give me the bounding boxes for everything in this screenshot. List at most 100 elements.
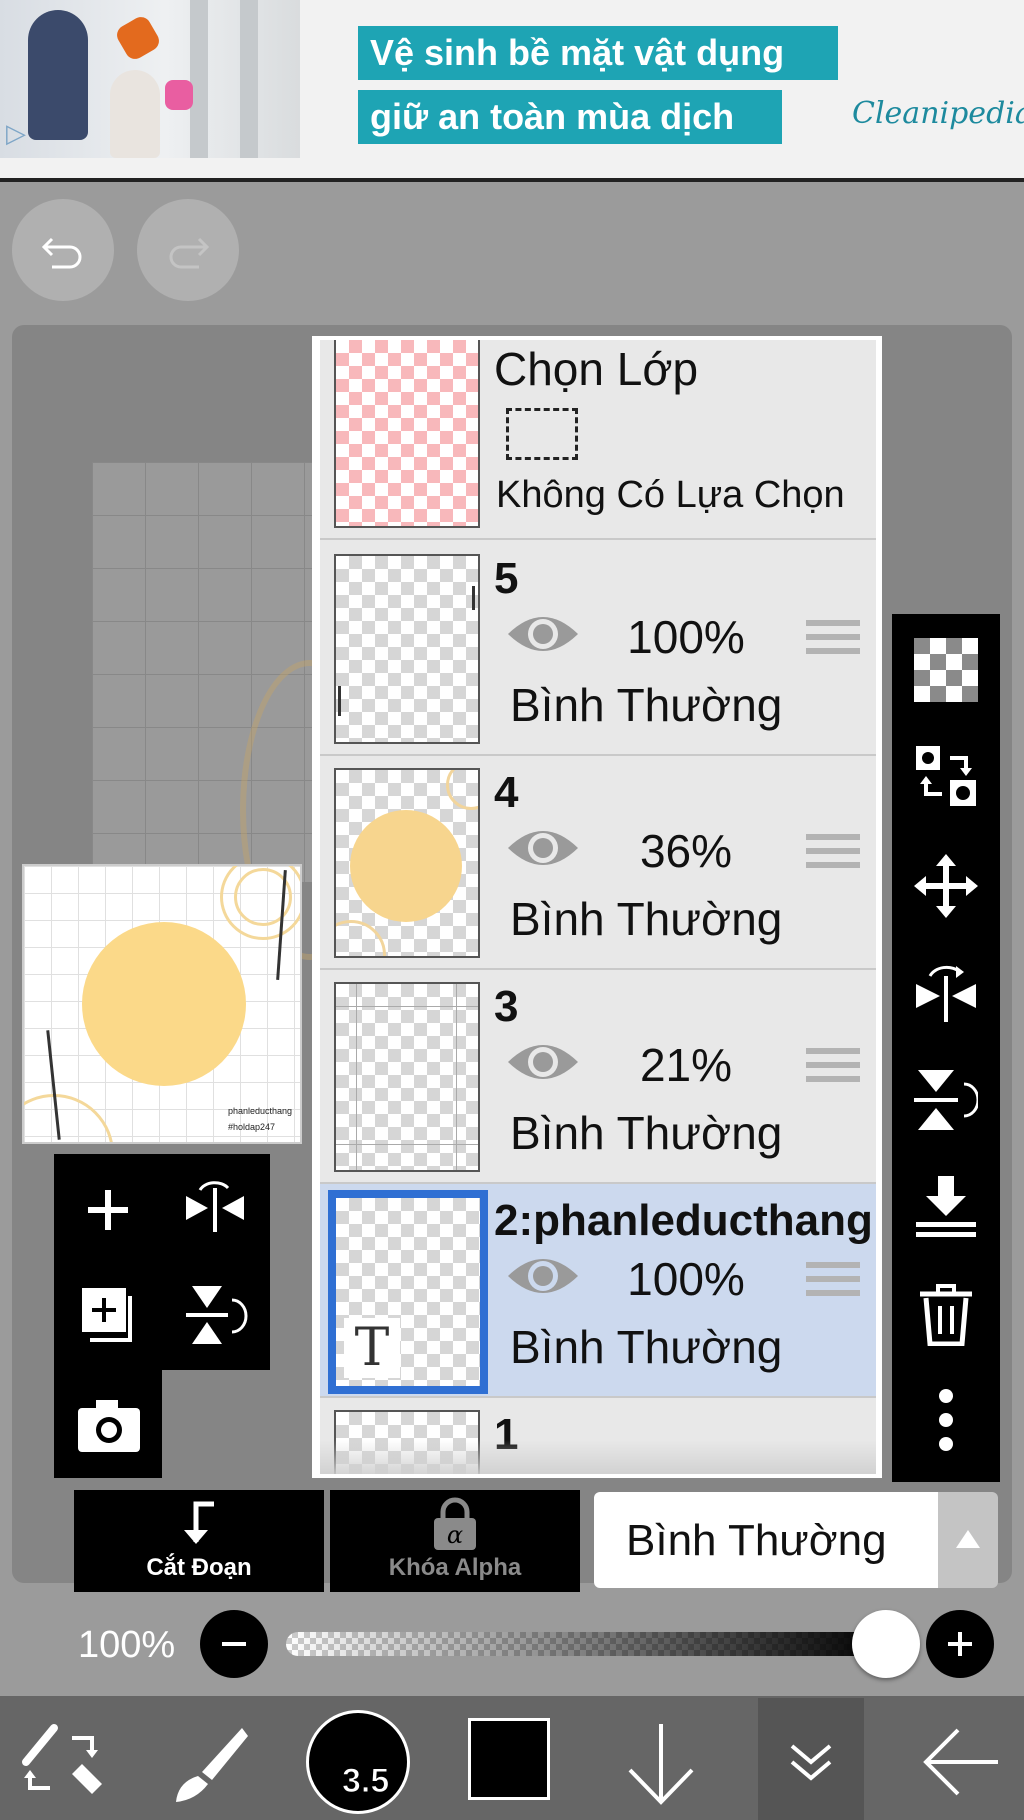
thumb-vine <box>338 686 341 716</box>
layer-row[interactable]: 5 100% Bình Thường <box>320 542 876 756</box>
ad-photo <box>0 0 300 158</box>
ad-headline-2: giữ an toàn mùa dịch <box>358 90 782 144</box>
layer-name: 5 <box>494 554 519 603</box>
canvas-preview[interactable]: phanleducthang #holdap247 <box>22 864 302 1144</box>
flip-vertical-icon <box>914 1070 980 1130</box>
brush-size-value: 3.5 <box>341 1762 390 1801</box>
text-layer-marker: T <box>344 1318 400 1378</box>
brush-icon <box>176 1728 248 1802</box>
preview-text-tag: #holdap247 <box>228 1122 276 1132</box>
thumb-ring <box>336 920 386 956</box>
layer-blend-mode[interactable]: Bình Thường <box>510 678 782 732</box>
opacity-increase-button[interactable] <box>926 1610 994 1678</box>
tool-switch-button[interactable] <box>20 1718 106 1804</box>
layer-blend-mode[interactable]: Bình Thường <box>510 892 782 946</box>
duplicate-layer-icon <box>82 1288 132 1342</box>
redo-button[interactable] <box>137 199 239 301</box>
flip-layer-vertical-button[interactable] <box>914 1068 980 1132</box>
minus-icon <box>222 1642 246 1646</box>
blend-mode-dropdown-button[interactable] <box>938 1492 998 1588</box>
layer-name: 4 <box>494 768 519 817</box>
preview-text-name: phanleducthang <box>228 1106 293 1116</box>
list-fade <box>320 1440 876 1474</box>
trash-icon <box>920 1284 972 1347</box>
layer-row[interactable]: 4 36% Bình Thường <box>320 756 876 970</box>
delete-layer-button[interactable] <box>914 1282 978 1347</box>
opacity-slider-thumb[interactable] <box>852 1610 920 1678</box>
opacity-slider-track[interactable] <box>286 1632 886 1656</box>
window-frame <box>240 0 258 158</box>
flip-horizontal-button[interactable] <box>182 1176 248 1242</box>
drag-handle-icon[interactable] <box>806 834 860 878</box>
alpha-lock-button[interactable]: α Khóa Alpha <box>330 1490 580 1592</box>
add-layer-button[interactable] <box>76 1178 140 1242</box>
layer-opacity[interactable]: 100% <box>616 1252 756 1306</box>
lock-alpha-icon: α <box>434 1497 476 1550</box>
layer-opacity[interactable]: 100% <box>616 610 756 664</box>
drag-handle-icon[interactable] <box>806 1262 860 1306</box>
undo-button[interactable] <box>12 199 114 301</box>
layer-opacity[interactable]: 21% <box>616 1038 756 1092</box>
clipping-button[interactable]: Cắt Đoạn <box>74 1490 324 1592</box>
brush-tool-button[interactable] <box>168 1722 252 1806</box>
layer-panel[interactable]: Chọn Lớp Không Có Lựa Chọn 5 100% Bình T… <box>312 336 882 1478</box>
preview-ring <box>24 1094 114 1142</box>
layer-thumbnail <box>334 554 480 744</box>
layer-thumbnail <box>334 768 480 958</box>
clipping-arrow-icon <box>184 1501 214 1544</box>
flip-horizontal-icon <box>916 965 976 1022</box>
layer-list[interactable]: Chọn Lớp Không Có Lựa Chọn 5 100% Bình T… <box>320 340 876 1474</box>
visibility-eye-icon[interactable] <box>506 822 580 874</box>
ad-banner[interactable]: ▷ Vệ sinh bề mặt vật dụng giữ an toàn mù… <box>0 0 1024 182</box>
flip-vertical-icon <box>186 1286 248 1344</box>
drag-handle-icon[interactable] <box>806 620 860 664</box>
layer-opacity[interactable]: 36% <box>616 824 756 878</box>
blend-mode-value: Bình Thường <box>626 1516 887 1565</box>
visibility-eye-icon[interactable] <box>506 1036 580 1088</box>
camera-button[interactable] <box>76 1396 142 1454</box>
ad-brand-logo: Cleanipedia <box>852 96 1024 131</box>
ad-person <box>28 10 88 140</box>
ad-headline-1: Vệ sinh bề mặt vật dụng <box>358 26 838 80</box>
ad-choices-icon[interactable]: ▷ <box>6 118 32 150</box>
blend-mode-select[interactable]: Bình Thường <box>594 1492 938 1588</box>
thumb-ring <box>446 770 478 810</box>
layer-thumbnail: T <box>328 1190 488 1394</box>
marquee-icon <box>506 408 578 460</box>
opacity-decrease-button[interactable] <box>200 1610 268 1678</box>
visibility-eye-icon[interactable] <box>506 608 580 660</box>
layers-collapse-button[interactable] <box>758 1698 864 1820</box>
window-frame <box>190 0 208 158</box>
flip-layer-horizontal-button[interactable] <box>914 960 978 1024</box>
redo-icon <box>169 237 210 269</box>
svg-text:α: α <box>447 1521 463 1549</box>
camera-icon <box>78 1400 140 1452</box>
layer-row[interactable]: 3 21% Bình Thường <box>320 970 876 1184</box>
ad-spray-bottle <box>165 80 193 110</box>
move-button[interactable] <box>914 854 978 918</box>
thumb-sun <box>350 810 462 922</box>
back-button[interactable] <box>922 1724 1000 1800</box>
merge-down-button[interactable] <box>914 1174 978 1238</box>
swap-layer-button[interactable] <box>914 744 978 808</box>
chevron-up-icon <box>956 1530 980 1548</box>
visibility-eye-icon[interactable] <box>506 1250 580 1302</box>
more-options-button[interactable] <box>914 1388 978 1452</box>
thumb-vine <box>472 586 475 610</box>
layer-blend-mode[interactable]: Bình Thường <box>510 1320 782 1374</box>
layer-row-selected[interactable]: T 2:phanleducthang 100% Bình Thường <box>320 1184 876 1398</box>
move-down-button[interactable] <box>626 1722 696 1806</box>
color-swatch[interactable] <box>468 1718 550 1800</box>
alpha-lock-label: Khóa Alpha <box>388 1554 522 1581</box>
selection-layer-thumbnail <box>334 340 480 528</box>
add-copy-layer-button[interactable] <box>78 1284 142 1348</box>
layer-blend-mode[interactable]: Bình Thường <box>510 1106 782 1160</box>
app-root: ▷ Vệ sinh bề mặt vật dụng giữ an toàn mù… <box>0 0 1024 1820</box>
layer-thumbnail <box>334 982 480 1172</box>
preview-sun-circle <box>82 922 246 1086</box>
transparent-background-button[interactable] <box>914 638 978 702</box>
flip-vertical-button[interactable] <box>182 1282 248 1348</box>
arrow-down-icon <box>628 1724 694 1805</box>
selection-layer-row[interactable]: Chọn Lớp Không Có Lựa Chọn <box>320 340 876 540</box>
drag-handle-icon[interactable] <box>806 1048 860 1092</box>
